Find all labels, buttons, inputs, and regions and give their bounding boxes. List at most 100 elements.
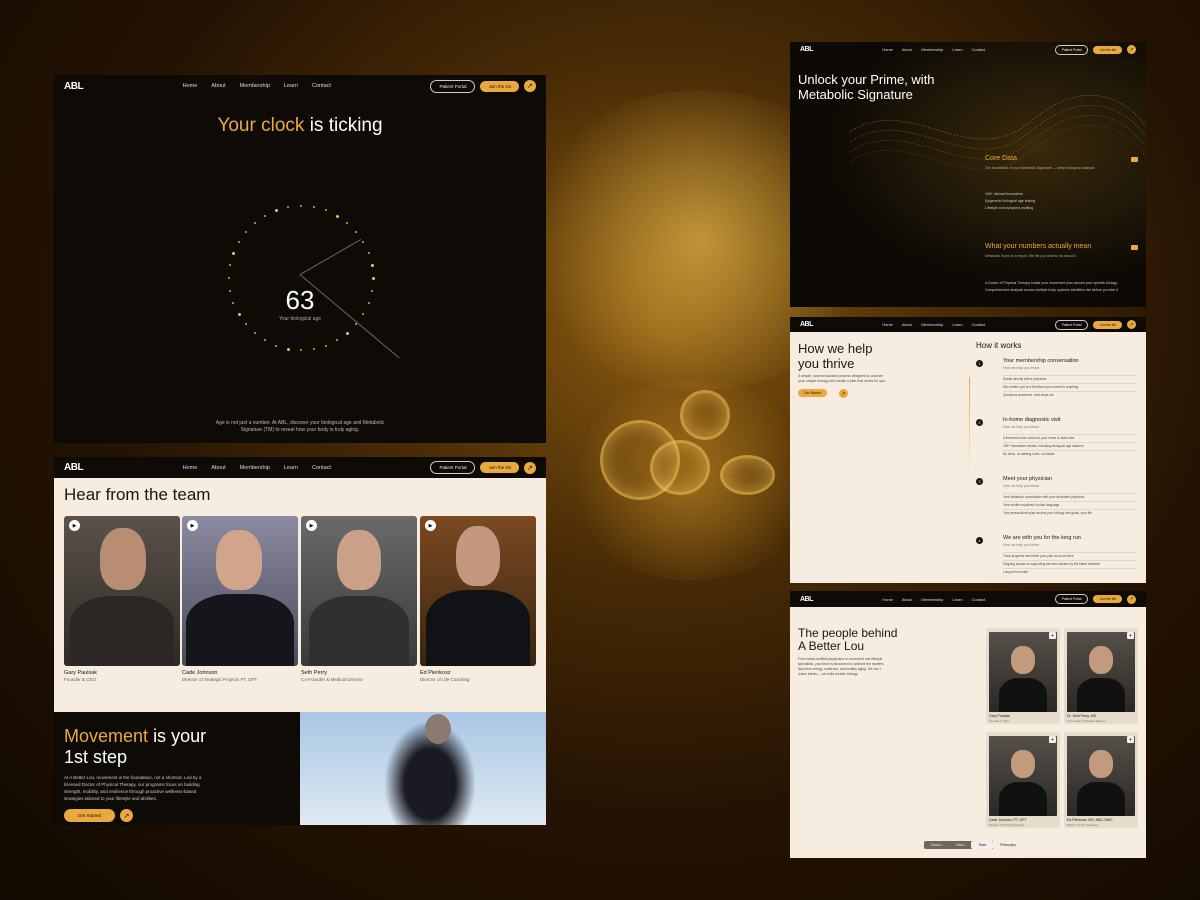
expand-icon[interactable] [1131, 157, 1138, 162]
nav-link-home[interactable]: Home [882, 322, 893, 327]
tab-mission[interactable]: Mission [924, 841, 949, 849]
nav-link-about[interactable]: About [211, 465, 225, 471]
top-nav: ABL Home About Membership Learn Contact … [54, 75, 546, 97]
nav-link-home[interactable]: Home [882, 597, 893, 602]
background-bubble [720, 455, 775, 495]
clock-tick [346, 332, 350, 336]
core-data-subtitle: The foundation of your Metabolic Signatu… [985, 166, 1095, 170]
person-head [1089, 750, 1113, 778]
plus-icon[interactable]: + [1127, 632, 1134, 639]
nav-link-about[interactable]: About [902, 47, 912, 52]
nav-ctas: Patient Portal Join the list ↗ [430, 79, 536, 93]
tab-team[interactable]: Team [971, 841, 994, 849]
team-video[interactable]: ▶ [301, 516, 417, 666]
nav-link-membership[interactable]: Membership [921, 597, 943, 602]
tab-philosophy[interactable]: Philosophy [993, 841, 1023, 849]
nav-link-contact[interactable]: Contact [312, 83, 331, 89]
signature-title-line2: Metabolic Signature [798, 87, 913, 102]
person-body [309, 596, 409, 666]
team-video[interactable]: ▶ [182, 516, 298, 666]
nav-link-membership[interactable]: Membership [240, 83, 270, 89]
play-icon[interactable]: ▶ [187, 520, 198, 531]
get-started-button[interactable]: Get Started [64, 809, 116, 822]
how-it-works-panel: ABL Home About Membership Learn Contact … [790, 317, 1146, 583]
team-panel: ABL Home About Membership Learn Contact … [54, 457, 546, 712]
nav-link-contact[interactable]: Contact [972, 597, 986, 602]
movement-body: At A Better Lou, movement is the foundat… [64, 775, 202, 801]
nav-link-membership[interactable]: Membership [240, 465, 270, 471]
join-list-button[interactable]: Join the list [480, 80, 519, 92]
arrow-icon[interactable]: ↗ [120, 809, 133, 822]
clock-tick [312, 347, 315, 350]
nav-link-contact[interactable]: Contact [972, 47, 986, 52]
arrow-icon[interactable]: ↗ [1126, 45, 1136, 54]
step-detail: Speak directly with a physician [1003, 375, 1137, 381]
join-list-button[interactable]: Join the list [1093, 320, 1122, 329]
team-card[interactable]: + Ed Pienkosz, MS, NBC-HWC Director of L… [1064, 732, 1138, 828]
team-card[interactable]: + Dr. Seth Perry, MD Co-Founder & Medica… [1064, 628, 1138, 724]
clock-tick [312, 206, 315, 209]
nav-link-learn[interactable]: Learn [284, 83, 298, 89]
logo[interactable]: ABL [800, 46, 813, 53]
signature-title: Unlock your Prime, with Metabolic Signat… [798, 72, 935, 102]
team-video[interactable]: ▶ [64, 516, 180, 666]
nav-link-membership[interactable]: Membership [921, 322, 943, 327]
nav-ctas: Patient Portal Join the list ↗ [1054, 594, 1136, 604]
hero-footer-text: Age is not just a number. At ABL, discov… [215, 420, 385, 433]
nav-link-home[interactable]: Home [183, 83, 198, 89]
person-body [1077, 678, 1125, 712]
team-member-role: Director of Life Coaching [420, 677, 470, 682]
nav-link-home[interactable]: Home [882, 47, 893, 52]
arrow-icon[interactable]: ↗ [839, 389, 848, 398]
patient-portal-button[interactable]: Patient Portal [1054, 44, 1089, 55]
how-title-line2: you thrive [798, 356, 855, 371]
nav-link-contact[interactable]: Contact [972, 322, 986, 327]
patient-portal-button[interactable]: Patient Portal [1054, 319, 1089, 330]
logo[interactable]: ABL [64, 462, 84, 473]
play-icon[interactable]: ▶ [425, 520, 436, 531]
expand-icon[interactable] [1131, 245, 1138, 250]
signature-panel: ABL Home About Membership Learn Contact … [790, 42, 1146, 307]
nav-link-contact[interactable]: Contact [312, 465, 331, 471]
tab-vision[interactable]: Vision [949, 841, 972, 849]
patient-portal-button[interactable]: Patient Portal [1054, 594, 1089, 604]
plus-icon[interactable]: + [1049, 736, 1056, 743]
team-card[interactable]: + Cade Johnson, PT, DPT Director of Stra… [986, 732, 1060, 828]
join-list-button[interactable]: Join the list [1093, 45, 1122, 54]
plus-icon[interactable]: + [1049, 632, 1056, 639]
logo[interactable]: ABL [800, 596, 813, 603]
nav-link-about[interactable]: About [902, 322, 912, 327]
arrow-icon[interactable]: ↗ [523, 80, 536, 92]
nav-link-about[interactable]: About [211, 83, 225, 89]
nav-link-about[interactable]: About [902, 597, 912, 602]
logo[interactable]: ABL [64, 81, 84, 92]
arrow-icon[interactable]: ↗ [1126, 320, 1136, 329]
team-video[interactable]: ▶ [420, 516, 536, 666]
patient-portal-button[interactable]: Patient Portal [430, 79, 476, 93]
arrow-icon[interactable]: ↗ [523, 461, 536, 474]
nav-links: Home About Membership Learn Contact [882, 47, 985, 52]
team-card[interactable]: + Gary Paulsak Founder & CEO [986, 628, 1060, 724]
card-name: Dr. Seth Perry, MD [1067, 714, 1097, 718]
play-icon[interactable]: ▶ [69, 520, 80, 531]
nav-link-learn[interactable]: Learn [952, 47, 962, 52]
clock-tick [370, 264, 374, 268]
nav-link-home[interactable]: Home [183, 465, 198, 471]
join-list-button[interactable]: Join the list [1093, 595, 1122, 603]
nav-link-learn[interactable]: Learn [284, 465, 298, 471]
step-item: 4 We are with you for the long run How w… [976, 535, 1138, 583]
patient-portal-button[interactable]: Patient Portal [430, 461, 476, 474]
join-list-button[interactable]: Join the list [480, 462, 519, 473]
play-icon[interactable]: ▶ [306, 520, 317, 531]
nav-link-learn[interactable]: Learn [952, 322, 962, 327]
nav-link-membership[interactable]: Membership [921, 47, 943, 52]
clock-tick [300, 349, 302, 351]
nav-link-learn[interactable]: Learn [952, 597, 962, 602]
people-title: The people behind A Better Lou [798, 627, 897, 653]
clock-tick [362, 241, 365, 243]
step-detail: Your personalized plan around your biolo… [1003, 509, 1137, 515]
logo[interactable]: ABL [800, 321, 813, 328]
get-started-button[interactable]: Get Started [798, 389, 827, 397]
arrow-icon[interactable]: ↗ [1126, 594, 1136, 604]
plus-icon[interactable]: + [1127, 736, 1134, 743]
